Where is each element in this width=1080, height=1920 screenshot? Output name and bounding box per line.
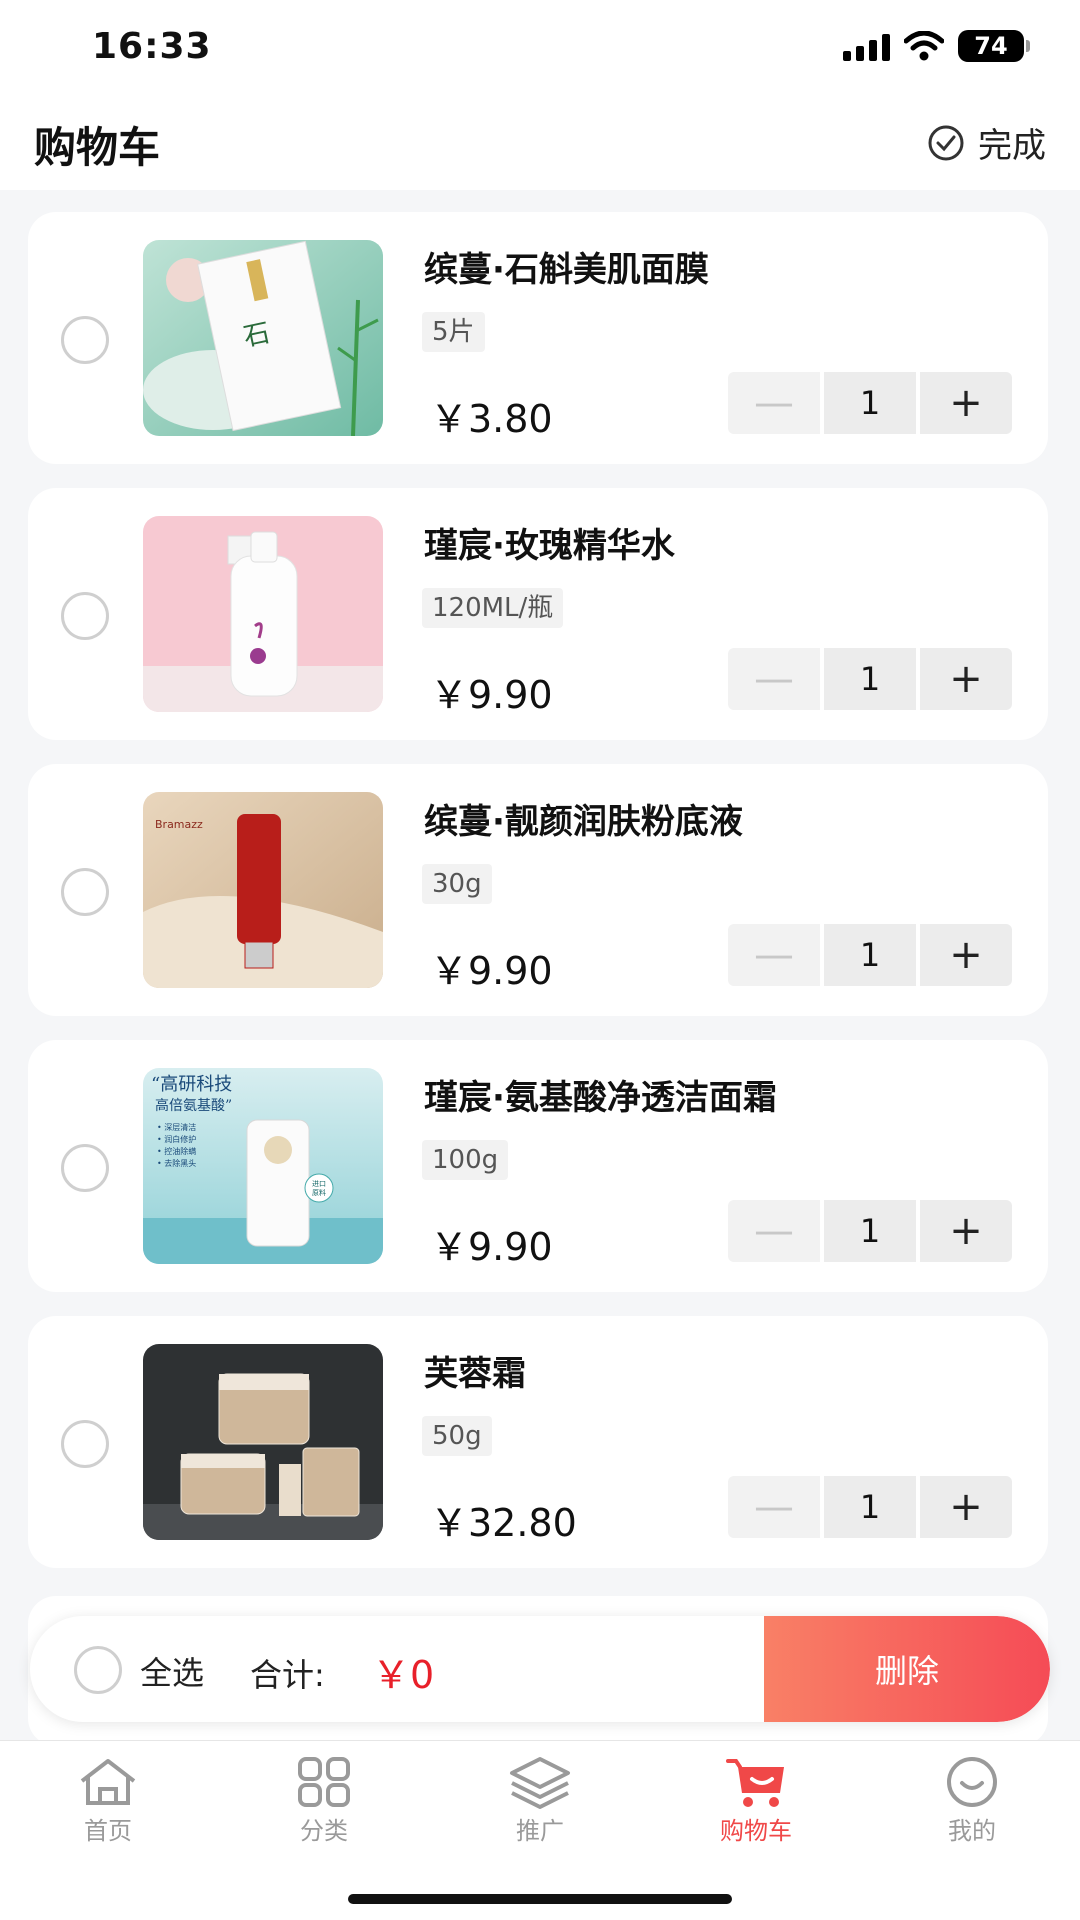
check-circle-icon — [928, 125, 964, 160]
badge-text: 进口 — [312, 1180, 326, 1188]
done-button[interactable]: 完成 — [926, 118, 1046, 167]
cart-item: 芙蓉霜 50g ￥32.80 — 1 + — [28, 1316, 1048, 1568]
tab-mine[interactable]: 我的 — [864, 1755, 1080, 1846]
badge-text: 原料 — [312, 1188, 326, 1197]
home-icon — [80, 1759, 136, 1805]
increase-button[interactable]: + — [920, 924, 1012, 986]
decrease-button[interactable]: — — [728, 1476, 820, 1538]
brand-logo-text: Bramazz — [155, 818, 203, 831]
price: ￥3.80 — [430, 397, 553, 441]
quantity-stepper: — 1 + — [728, 372, 1012, 434]
price: ￥9.90 — [430, 949, 553, 993]
item-select-checkbox[interactable] — [61, 592, 109, 640]
increase-button[interactable]: + — [920, 1476, 1012, 1538]
item-select-checkbox[interactable] — [61, 1144, 109, 1192]
status-bar: 16:33 74 — [0, 0, 1080, 96]
layers-icon — [510, 1757, 570, 1809]
spec-tag: 100g — [422, 1140, 509, 1180]
cart-item: Bramazz 缤蔓·靓颜润肤粉底液 30g ￥9.90 — 1 + — [28, 764, 1048, 1016]
tab-label: 推广 — [516, 1817, 564, 1845]
battery-icon: 74 — [958, 30, 1030, 62]
decrease-button[interactable]: — — [728, 372, 820, 434]
spec-tag: 30g — [422, 864, 492, 904]
product-image[interactable] — [143, 1344, 383, 1540]
item-select-checkbox[interactable] — [61, 1420, 109, 1468]
select-all-checkbox[interactable] — [74, 1646, 122, 1694]
product-image[interactable] — [143, 516, 383, 712]
grid-icon — [298, 1757, 350, 1807]
header: 购物车 完成 — [0, 96, 1080, 190]
wifi-icon — [904, 31, 944, 61]
decrease-button[interactable]: — — [728, 1200, 820, 1262]
decrease-button[interactable]: — — [728, 648, 820, 710]
tab-promotion[interactable]: 推广 — [432, 1755, 648, 1846]
spec-tag: 50g — [422, 1416, 492, 1456]
product-image[interactable]: 石 — [143, 240, 383, 436]
total-label: 合计: — [250, 1656, 325, 1694]
item-select-checkbox[interactable] — [61, 316, 109, 364]
product-name[interactable]: 瑾宸·玫瑰精华水 — [424, 518, 675, 567]
price: ￥32.80 — [430, 1501, 577, 1545]
tab-label: 购物车 — [720, 1817, 792, 1845]
decrease-button[interactable]: — — [728, 924, 820, 986]
increase-button[interactable]: + — [920, 1200, 1012, 1262]
product-name[interactable]: 缤蔓·石斛美肌面膜 — [424, 242, 709, 291]
increase-button[interactable]: + — [920, 372, 1012, 434]
ad-text-line: • 控油除螨 — [157, 1146, 196, 1156]
quantity-value[interactable]: 1 — [824, 372, 916, 434]
status-time: 16:33 — [92, 26, 212, 67]
quantity-value[interactable]: 1 — [824, 1200, 916, 1262]
tab-cart[interactable]: 购物车 — [648, 1755, 864, 1846]
total-value: ￥0 — [372, 1653, 435, 1697]
delete-button[interactable]: 删除 — [764, 1616, 1050, 1722]
quantity-value[interactable]: 1 — [824, 924, 916, 986]
spec-tag: 120ML/瓶 — [422, 588, 564, 628]
done-label: 完成 — [978, 126, 1046, 166]
price: ￥9.90 — [430, 673, 553, 717]
tab-label: 分类 — [300, 1817, 348, 1845]
ad-text-line: • 润白修护 — [157, 1134, 196, 1144]
product-image[interactable]: Bramazz — [143, 792, 383, 988]
increase-button[interactable]: + — [920, 648, 1012, 710]
home-indicator[interactable] — [348, 1894, 732, 1904]
spec-tag: 5片 — [422, 312, 485, 352]
product-image[interactable]: “高研科技 高倍氨基酸” • 深层清洁 • 润白修护 • 控油除螨 • 去除黑头… — [143, 1068, 383, 1264]
item-select-checkbox[interactable] — [61, 868, 109, 916]
tab-bar: 首页 分类 推广 购物车 我的 — [0, 1740, 1080, 1920]
select-all-label[interactable]: 全选 — [140, 1648, 204, 1694]
cart-item: 瑾宸·玫瑰精华水 120ML/瓶 ￥9.90 — 1 + — [28, 488, 1048, 740]
tab-label: 首页 — [84, 1817, 132, 1845]
cart-item: 石 缤蔓·石斛美肌面膜 5片 ￥3.80 — 1 + — [28, 212, 1048, 464]
smile-icon — [947, 1757, 997, 1807]
product-name[interactable]: 芙蓉霜 — [424, 1346, 526, 1395]
product-name[interactable]: 缤蔓·靓颜润肤粉底液 — [424, 794, 743, 843]
quantity-stepper: — 1 + — [728, 1476, 1012, 1538]
quantity-value[interactable]: 1 — [824, 1476, 916, 1538]
tab-label: 我的 — [948, 1817, 996, 1845]
ad-text-line: “高研科技 — [151, 1074, 232, 1095]
tab-home[interactable]: 首页 — [0, 1755, 216, 1846]
page-title: 购物车 — [34, 123, 161, 172]
tab-category[interactable]: 分类 — [216, 1755, 432, 1846]
quantity-stepper: — 1 + — [728, 648, 1012, 710]
cart-item: “高研科技 高倍氨基酸” • 深层清洁 • 润白修护 • 控油除螨 • 去除黑头… — [28, 1040, 1048, 1292]
checkout-bar: 全选 合计: ￥0 删除 — [30, 1616, 1050, 1722]
ad-text-line: 高倍氨基酸” — [155, 1097, 232, 1114]
quantity-value[interactable]: 1 — [824, 648, 916, 710]
product-name[interactable]: 瑾宸·氨基酸净透洁面霜 — [424, 1070, 777, 1119]
price: ￥9.90 — [430, 1225, 553, 1269]
battery-level: 74 — [974, 32, 1008, 60]
cart-list: 石 缤蔓·石斛美肌面膜 5片 ￥3.80 — 1 + 瑾宸·玫瑰精华水 120M… — [28, 212, 1048, 1592]
signal-icon — [843, 31, 890, 61]
cart-icon — [726, 1759, 784, 1807]
status-icons: 74 — [843, 30, 1030, 62]
ad-text-line: • 去除黑头 — [157, 1158, 196, 1168]
ad-text-line: • 深层清洁 — [157, 1122, 196, 1132]
quantity-stepper: — 1 + — [728, 1200, 1012, 1262]
quantity-stepper: — 1 + — [728, 924, 1012, 986]
